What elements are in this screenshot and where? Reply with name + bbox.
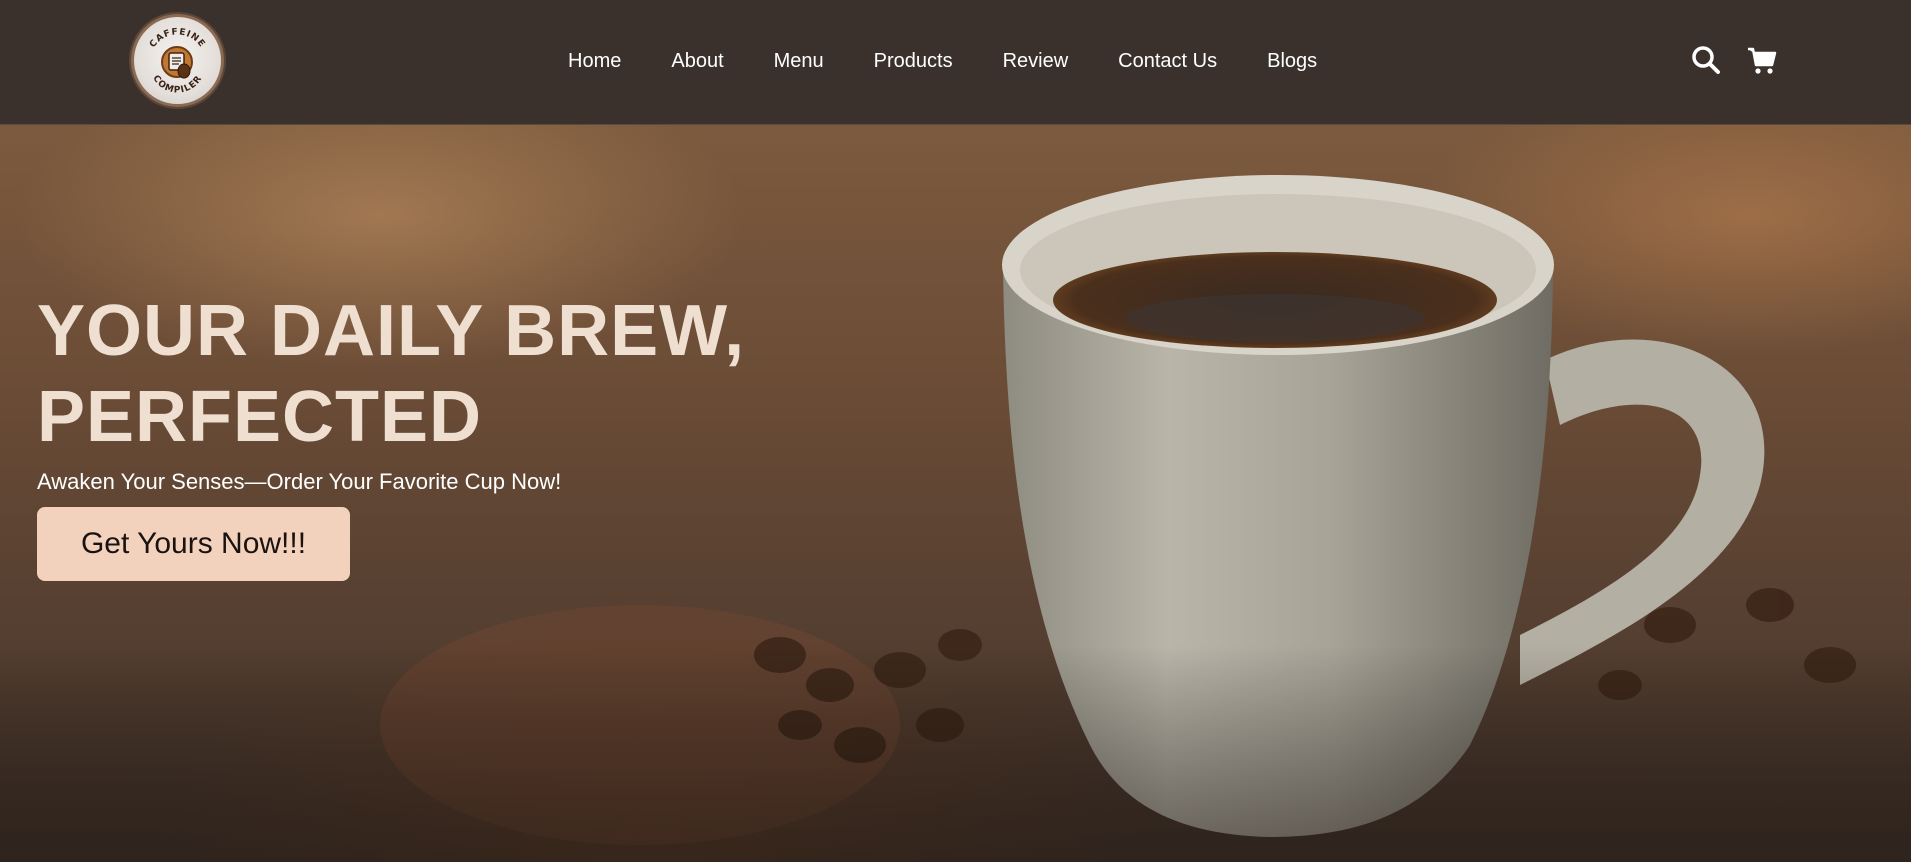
hero-title-line1: YOUR DAILY BREW, [37, 291, 746, 371]
brand-logo[interactable]: CAFFEINE COMPILER [131, 14, 224, 107]
nav-review-link[interactable]: Review [1003, 48, 1069, 74]
nav-blogs-link[interactable]: Blogs [1267, 48, 1317, 74]
hero-subtitle: Awaken Your Senses—Order Your Favorite C… [37, 469, 562, 494]
nav-home-link[interactable]: Home [568, 48, 621, 74]
nav-products-link[interactable]: Products [874, 48, 953, 74]
hero-section: YOUR DAILY BREW, PERFECTED Awaken Your S… [0, 125, 1911, 862]
cart-icon[interactable] [1746, 44, 1778, 76]
get-yours-now-button[interactable]: Get Yours Now!!! [37, 507, 350, 581]
main-nav: Home About Menu Products Review Contact … [568, 48, 1317, 74]
nav-menu-link[interactable]: Menu [774, 48, 824, 74]
hero-title-line2: PERFECTED [37, 377, 483, 457]
navbar: CAFFEINE COMPILER Home About Menu Produc… [0, 0, 1911, 125]
hero-title: YOUR DAILY BREW, PERFECTED [37, 288, 797, 460]
nav-contact-link[interactable]: Contact Us [1118, 48, 1217, 74]
search-icon[interactable] [1690, 44, 1722, 76]
logo-emblem-icon: CAFFEINE COMPILER [148, 27, 206, 95]
nav-about-link[interactable]: About [671, 48, 723, 74]
